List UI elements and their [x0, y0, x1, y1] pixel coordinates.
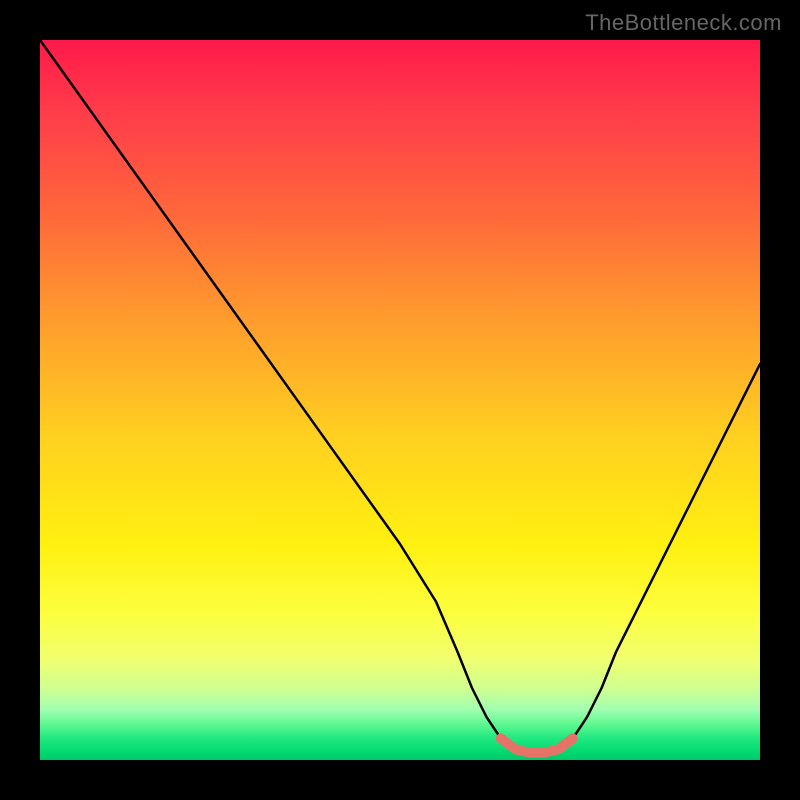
- bottleneck-curve: [40, 40, 760, 760]
- watermark-text: TheBottleneck.com: [585, 10, 782, 36]
- chart-plot-area: [40, 40, 760, 760]
- curve-line: [40, 40, 760, 753]
- curve-trough-segment: [501, 738, 573, 752]
